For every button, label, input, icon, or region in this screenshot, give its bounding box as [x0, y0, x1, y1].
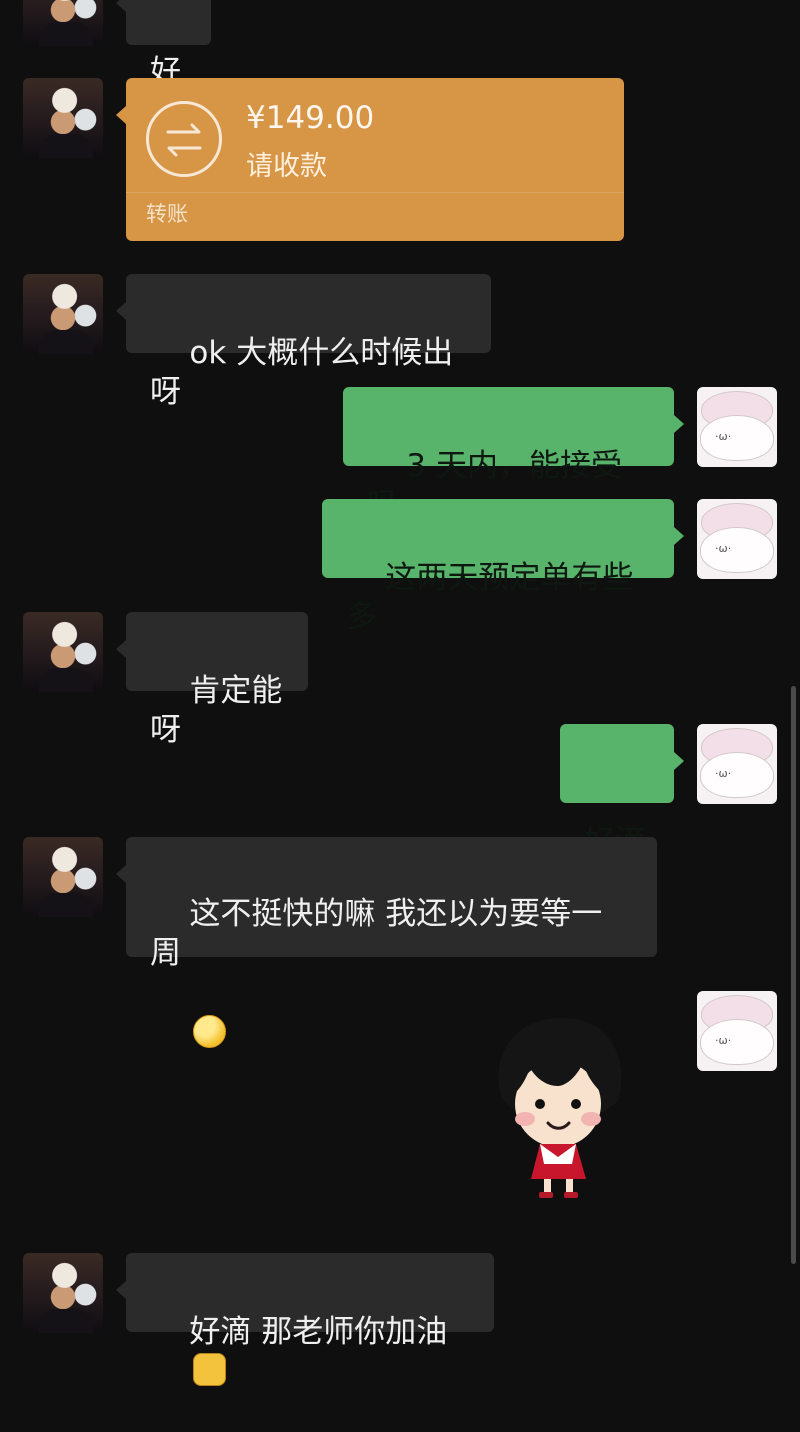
- contact-avatar[interactable]: [23, 1253, 103, 1333]
- raised-fist-icon: [193, 1353, 227, 1387]
- sticker-right-shoe: [564, 1192, 578, 1198]
- sticker-right-eye: [571, 1099, 581, 1109]
- girl-with-bob-haircut-sticker[interactable]: [488, 1012, 633, 1200]
- cat-sticker-bottom: [700, 752, 774, 798]
- outgoing-message-bubble[interactable]: 3 天内，能接受吗，: [343, 387, 684, 523]
- user-avatar[interactable]: ·ω·: [697, 724, 777, 804]
- transfer-icon: [146, 101, 222, 177]
- outgoing-message-bubble[interactable]: 这两天预定单有些多: [322, 499, 684, 635]
- incoming-message-bubble[interactable]: 好滴 那老师你加油: [116, 1253, 494, 1387]
- message-text: 好滴 那老师你加油: [189, 1313, 448, 1350]
- scrollbar[interactable]: [791, 686, 796, 1264]
- incoming-message-bubble[interactable]: 肯定能呀: [116, 612, 308, 748]
- cat-face-icon: ·ω·: [715, 767, 732, 780]
- incoming-message-bubble[interactable]: ok 大概什么时候出呀: [116, 274, 491, 410]
- incoming-message-bubble[interactable]: 这不挺快的嘛 我还以为要等一周: [116, 837, 657, 1048]
- message-text: 这不挺快的嘛 我还以为要等一周: [150, 895, 603, 972]
- transfer-divider: [126, 192, 624, 193]
- cat-face-icon: ·ω·: [715, 1034, 732, 1047]
- cat-face-icon: ·ω·: [715, 430, 732, 443]
- contact-avatar[interactable]: [23, 837, 103, 917]
- sticker-left-leg: [544, 1179, 551, 1193]
- contact-avatar[interactable]: [23, 78, 103, 158]
- transfer-card[interactable]: ¥149.00 请收款 转账: [116, 78, 624, 241]
- user-avatar[interactable]: ·ω·: [697, 991, 777, 1071]
- message-text: 这两天预定单有些多: [346, 559, 634, 636]
- sticker-left-shoe: [539, 1192, 553, 1198]
- contact-avatar[interactable]: [23, 274, 103, 354]
- user-avatar[interactable]: ·ω·: [697, 499, 777, 579]
- user-avatar[interactable]: ·ω·: [697, 387, 777, 467]
- contact-avatar[interactable]: [23, 612, 103, 692]
- sticker-left-eye: [535, 1099, 545, 1109]
- transfer-amount: ¥149.00: [246, 100, 375, 136]
- incoming-message-bubble[interactable]: 好: [116, 0, 211, 90]
- chat-thread: 好 ¥149.00 请收款 转账 ok 大概什么时候出呀 3 天内，能接受吗， …: [0, 0, 800, 1387]
- cat-sticker-bottom: [700, 527, 774, 573]
- message-text: 肯定能呀: [150, 672, 283, 749]
- outgoing-message-bubble[interactable]: 好滴: [560, 724, 684, 860]
- sticker-right-leg: [566, 1179, 573, 1193]
- transfer-label: 转账: [146, 202, 188, 226]
- contact-avatar[interactable]: [23, 0, 103, 46]
- thinking-face-icon: [193, 1014, 227, 1048]
- sticker-right-cheek: [581, 1112, 601, 1126]
- cat-face-icon: ·ω·: [715, 542, 732, 555]
- cat-sticker-bottom: [700, 1019, 774, 1065]
- transfer-status: 请收款: [246, 151, 327, 182]
- sticker-left-cheek: [515, 1112, 535, 1126]
- cat-sticker-bottom: [700, 415, 774, 461]
